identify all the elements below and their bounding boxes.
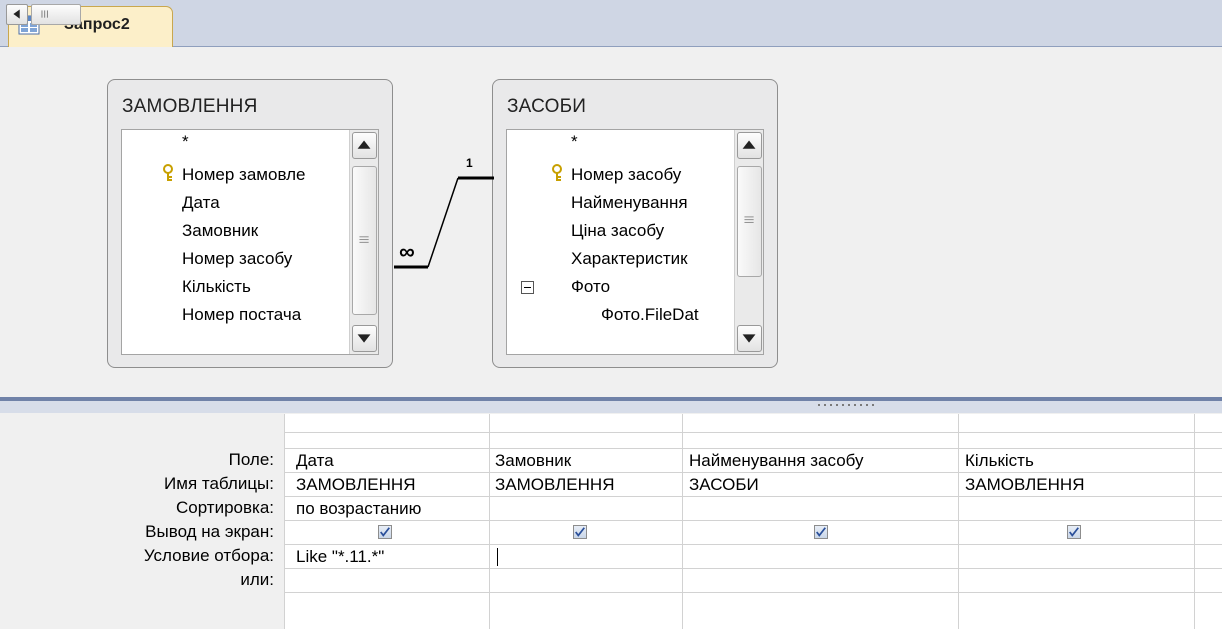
grip-icon [744,216,754,223]
pane-splitter[interactable] [0,397,1222,413]
table-title: ЗАСОБИ [507,96,587,117]
field-item[interactable]: Замовник [182,220,258,242]
field-item[interactable]: Фото [571,276,610,298]
field-list-scrollbar[interactable] [349,130,378,354]
text-cursor [497,548,498,566]
field-list[interactable]: * Номер засобу Найменування Ціна засобу … [506,129,764,355]
grid-cell-field[interactable]: Кількість [965,451,1191,471]
grid-cell-criteria[interactable]: Like "*.11.*" [296,547,486,567]
grip-icon [359,236,369,243]
field-item[interactable]: Номер засобу [182,248,292,270]
row-label-show: Вывод на экран: [145,522,274,541]
field-item[interactable]: Характеристик [571,248,688,270]
field-list-scrollbar[interactable] [734,130,763,354]
grip-icon [41,10,48,18]
scroll-down-button[interactable] [737,325,762,352]
row-label-field: Поле: [228,450,274,469]
show-checkbox[interactable] [378,525,392,539]
grid-cell-field[interactable]: Дата [296,451,486,471]
field-item[interactable]: Номер замовле [182,164,305,186]
scroll-left-button[interactable] [6,4,28,25]
arrow-down-icon [742,334,756,343]
field-list[interactable]: * Номер замовле Дата Замовник Номер засо… [121,129,379,355]
row-label-or: или: [240,570,274,589]
field-item[interactable]: Дата [182,192,220,214]
grid-cell-table[interactable]: ЗАМОВЛЕННЯ [296,475,486,495]
grid-cell-table[interactable]: ЗАСОБИ [689,475,955,495]
field-item[interactable]: Кількість [182,276,251,298]
primary-key-icon [163,164,173,181]
field-item[interactable]: Ціна засобу [571,220,664,242]
arrow-down-icon [357,334,371,343]
show-checkbox[interactable] [814,525,828,539]
scroll-thumb[interactable] [737,166,762,277]
field-item[interactable]: Фото.FileDat [601,304,699,326]
arrow-up-icon [742,140,756,149]
field-item[interactable]: Найменування [571,192,688,214]
arrow-left-icon [13,9,20,19]
primary-key-icon [552,164,562,181]
document-tab-strip [0,0,1222,47]
relationship-join-line[interactable] [390,150,510,290]
hscroll-thumb[interactable] [31,4,81,25]
relationship-many-label: ∞ [399,239,415,264]
field-item-all[interactable]: * [182,131,189,153]
show-checkbox[interactable] [1067,525,1081,539]
grid-cell-field[interactable]: Замовник [495,451,680,471]
grid-cell-field[interactable]: Найменування засобу [689,451,955,471]
table-box-zamovlennia[interactable]: ЗАМОВЛЕННЯ * Номер замовле Дата Замовник… [107,79,393,368]
scroll-down-button[interactable] [352,325,377,352]
collapse-icon[interactable] [521,281,534,294]
scroll-up-button[interactable] [737,132,762,159]
grid-cell-sort[interactable]: по возрастанию [296,499,486,519]
grid-cell-table[interactable]: ЗАМОВЛЕННЯ [495,475,680,495]
row-label-criteria: Условие отбора: [143,546,274,565]
relationship-one-label: 1 [466,156,473,170]
splitter-grip-icon[interactable] [818,402,878,408]
row-label-table: Имя таблицы: [164,474,274,493]
show-checkbox[interactable] [573,525,587,539]
table-title: ЗАМОВЛЕННЯ [122,96,258,117]
field-item[interactable]: Номер засобу [571,164,681,186]
table-box-zasoby[interactable]: ЗАСОБИ * Номер засобу Найменування Ціна … [492,79,778,368]
grid-cell-table[interactable]: ЗАМОВЛЕННЯ [965,475,1191,495]
query-design-grid[interactable]: Дата ЗАМОВЛЕННЯ по возрастанию Like "*.1… [284,414,1222,629]
arrow-up-icon [357,140,371,149]
scroll-up-button[interactable] [352,132,377,159]
field-item[interactable]: Номер постача [182,304,301,326]
scroll-thumb[interactable] [352,166,377,315]
design-pane-hscroll[interactable] [0,369,1222,397]
row-label-sort: Сортировка: [175,498,274,517]
field-item-all[interactable]: * [571,131,578,153]
